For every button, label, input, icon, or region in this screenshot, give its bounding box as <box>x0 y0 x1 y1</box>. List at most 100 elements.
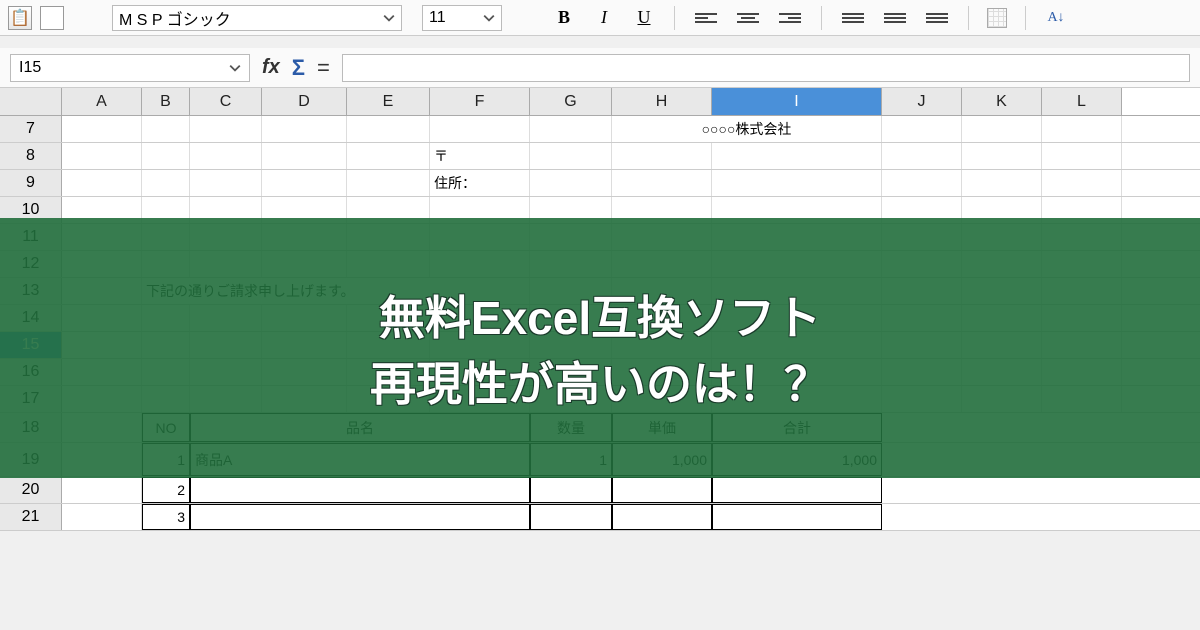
cell[interactable] <box>190 143 262 169</box>
cell[interactable] <box>712 477 882 503</box>
align-bottom-button[interactable] <box>926 7 948 29</box>
cell[interactable] <box>530 504 612 530</box>
column-header-G[interactable]: G <box>530 88 612 115</box>
cell[interactable] <box>190 116 262 142</box>
row-header-21[interactable]: 21 <box>0 504 62 530</box>
cell[interactable]: 〒 <box>430 143 530 169</box>
cell[interactable] <box>262 116 347 142</box>
cell[interactable] <box>882 170 962 196</box>
cell[interactable]: 2 <box>142 477 190 503</box>
cell[interactable] <box>712 170 882 196</box>
row-7: 7 ○○○○株式会社 <box>0 116 1200 143</box>
column-header-J[interactable]: J <box>882 88 962 115</box>
bold-button[interactable]: B <box>552 6 576 30</box>
cell[interactable]: 3 <box>142 504 190 530</box>
formula-input[interactable] <box>342 54 1190 82</box>
cell[interactable] <box>612 143 712 169</box>
cell[interactable] <box>962 116 1042 142</box>
cell[interactable] <box>530 143 612 169</box>
overlay-line-2: 再現性が高いのは！？ <box>370 348 830 414</box>
align-right-button[interactable] <box>779 7 801 29</box>
row-header-9[interactable]: 9 <box>0 170 62 196</box>
separator <box>1025 6 1026 30</box>
paste-icon[interactable]: 📋 <box>8 6 32 30</box>
row-header-8[interactable]: 8 <box>0 143 62 169</box>
select-all-corner[interactable] <box>0 88 62 115</box>
cell[interactable] <box>1042 116 1122 142</box>
row-20: 20 2 <box>0 477 1200 504</box>
cell[interactable]: ○○○○株式会社 <box>612 116 882 142</box>
overlay-line-1: 無料Excel互換ソフト <box>379 282 821 348</box>
row-9: 9 住所： <box>0 170 1200 197</box>
column-header-F[interactable]: F <box>430 88 530 115</box>
cell[interactable] <box>262 170 347 196</box>
column-header-E[interactable]: E <box>347 88 430 115</box>
cell[interactable] <box>142 116 190 142</box>
cell[interactable] <box>612 170 712 196</box>
cell[interactable] <box>882 143 962 169</box>
cell[interactable] <box>530 477 612 503</box>
row-21: 21 3 <box>0 504 1200 531</box>
cell <box>62 477 142 503</box>
column-header-H[interactable]: H <box>612 88 712 115</box>
column-header-C[interactable]: C <box>190 88 262 115</box>
align-middle-button[interactable] <box>884 7 906 29</box>
sum-button[interactable]: Σ <box>292 55 305 81</box>
separator <box>821 6 822 30</box>
cell[interactable] <box>347 170 430 196</box>
cell[interactable] <box>142 170 190 196</box>
borders-button[interactable] <box>987 8 1007 28</box>
cell[interactable] <box>612 477 712 503</box>
cell[interactable] <box>530 170 612 196</box>
chevron-down-icon <box>383 12 395 24</box>
cell[interactable] <box>962 170 1042 196</box>
cell[interactable] <box>962 143 1042 169</box>
italic-button[interactable]: I <box>592 6 616 30</box>
separator <box>674 6 675 30</box>
column-headers: ABCDEFGHIJKL <box>0 88 1200 116</box>
function-wizard-button[interactable]: fx <box>262 56 280 79</box>
column-header-K[interactable]: K <box>962 88 1042 115</box>
cell[interactable] <box>62 116 142 142</box>
cell[interactable] <box>712 504 882 530</box>
cell[interactable] <box>347 116 430 142</box>
align-center-button[interactable] <box>737 7 759 29</box>
format-toolbar: 📋 M S P ゴシック 11 B I U A↓ <box>0 0 1200 36</box>
cell[interactable] <box>530 116 612 142</box>
cell[interactable] <box>262 143 347 169</box>
cell[interactable] <box>612 504 712 530</box>
cell[interactable] <box>62 143 142 169</box>
font-size-select[interactable]: 11 <box>422 5 502 31</box>
separator <box>968 6 969 30</box>
clipboard-icon[interactable] <box>40 6 64 30</box>
cell[interactable] <box>142 143 190 169</box>
underline-button[interactable]: U <box>632 6 656 30</box>
row-header-20[interactable]: 20 <box>0 477 62 503</box>
text-direction-button[interactable]: A↓ <box>1044 6 1068 30</box>
align-left-button[interactable] <box>695 7 717 29</box>
cell[interactable] <box>347 143 430 169</box>
column-header-A[interactable]: A <box>62 88 142 115</box>
row-header-7[interactable]: 7 <box>0 116 62 142</box>
font-name-select[interactable]: M S P ゴシック <box>112 5 402 31</box>
align-top-button[interactable] <box>842 7 864 29</box>
cell-ref-value: I15 <box>19 59 41 77</box>
equals-button[interactable]: = <box>317 55 330 81</box>
cell[interactable] <box>430 116 530 142</box>
chevron-down-icon <box>483 12 495 24</box>
column-header-L[interactable]: L <box>1042 88 1122 115</box>
cell[interactable] <box>712 143 882 169</box>
cell[interactable] <box>190 504 530 530</box>
column-header-B[interactable]: B <box>142 88 190 115</box>
cell[interactable] <box>190 477 530 503</box>
cell[interactable] <box>190 170 262 196</box>
cell[interactable]: 住所： <box>430 170 530 196</box>
cell[interactable] <box>1042 143 1122 169</box>
cell-reference-input[interactable]: I15 <box>10 54 250 82</box>
cell[interactable] <box>882 116 962 142</box>
column-header-I[interactable]: I <box>712 88 882 115</box>
cell[interactable] <box>62 170 142 196</box>
column-header-D[interactable]: D <box>262 88 347 115</box>
cell <box>62 504 142 530</box>
cell[interactable] <box>1042 170 1122 196</box>
